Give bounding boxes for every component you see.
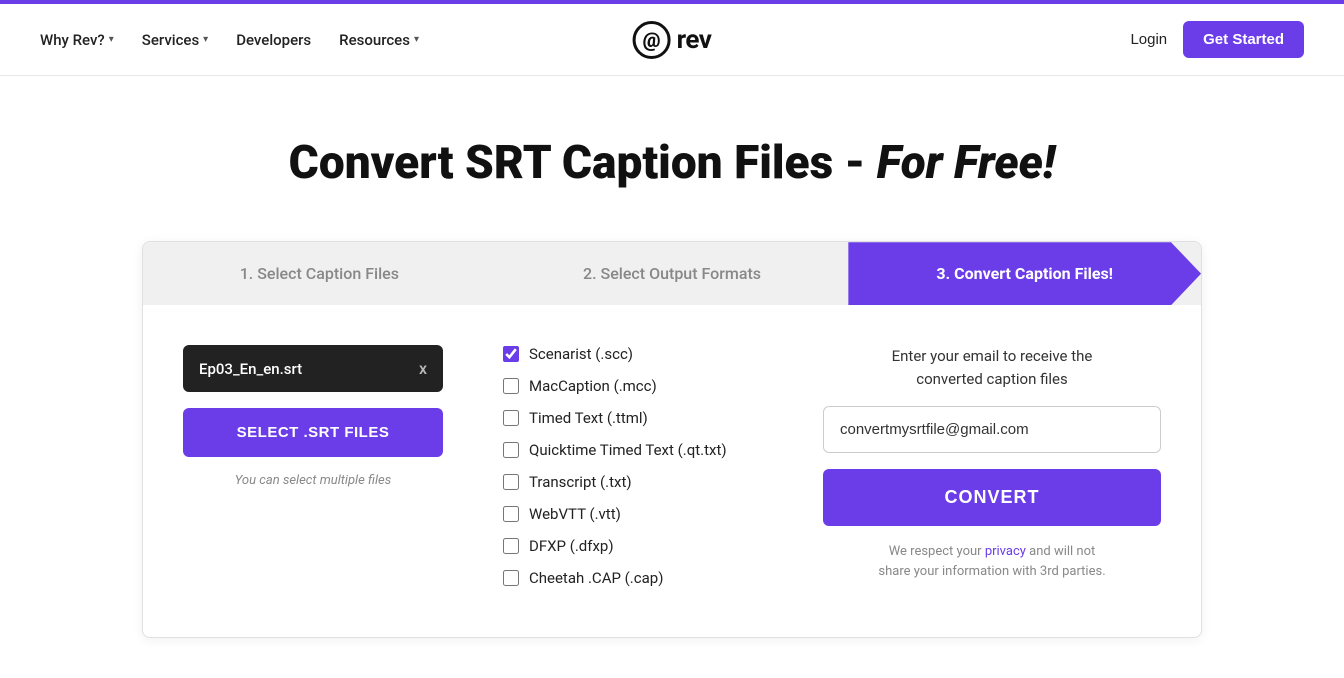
content-area: Ep03_En_en.srt x SELECT .SRT FILES You c… xyxy=(143,305,1201,637)
step-1-label: 1. Select Caption Files xyxy=(240,264,399,283)
nav-item-services[interactable]: Services ▾ xyxy=(142,31,208,49)
checkbox-qt-txt[interactable] xyxy=(503,442,519,458)
nav-left: Why Rev? ▾ Services ▾ Developers Resourc… xyxy=(40,31,419,49)
site-logo[interactable]: @ rev xyxy=(633,21,712,59)
step-2-label: 2. Select Output Formats xyxy=(583,264,761,283)
format-transcript: Transcript (.txt) xyxy=(503,473,763,491)
nav-right: Login Get Started xyxy=(1130,21,1304,58)
step-2: 2. Select Output Formats xyxy=(496,242,849,305)
email-instruction: Enter your email to receive theconverted… xyxy=(823,345,1161,390)
selected-file-badge: Ep03_En_en.srt x xyxy=(183,345,443,392)
checkbox-scenarist[interactable] xyxy=(503,346,519,362)
chevron-icon-why-rev: ▾ xyxy=(109,34,114,45)
nav-label-why-rev: Why Rev? xyxy=(40,31,105,49)
label-transcript: Transcript (.txt) xyxy=(529,473,632,491)
checkbox-transcript[interactable] xyxy=(503,474,519,490)
chevron-icon-resources: ▾ xyxy=(414,34,419,45)
checkbox-webvtt[interactable] xyxy=(503,506,519,522)
format-dfxp: DFXP (.dfxp) xyxy=(503,537,763,555)
select-srt-files-button[interactable]: SELECT .SRT FILES xyxy=(183,408,443,457)
format-cheetah: Cheetah .CAP (.cap) xyxy=(503,569,763,587)
format-checkboxes: Scenarist (.scc) MacCaption (.mcc) Timed… xyxy=(503,345,763,587)
main-content: Convert SRT Caption Files - For Free! 1.… xyxy=(122,76,1222,678)
label-qt-txt: Quicktime Timed Text (.qt.txt) xyxy=(529,441,727,459)
privacy-link[interactable]: privacy xyxy=(985,544,1026,559)
checkbox-ttml[interactable] xyxy=(503,410,519,426)
format-qt-txt: Quicktime Timed Text (.qt.txt) xyxy=(503,441,763,459)
title-italic: For Free! xyxy=(877,136,1056,190)
step-3-label: 3. Convert Caption Files! xyxy=(936,264,1113,283)
nav-item-why-rev[interactable]: Why Rev? ▾ xyxy=(40,31,114,49)
get-started-button[interactable]: Get Started xyxy=(1183,21,1304,58)
nav-item-resources[interactable]: Resources ▾ xyxy=(339,31,419,49)
label-cheetah: Cheetah .CAP (.cap) xyxy=(529,569,663,587)
right-column: Enter your email to receive theconverted… xyxy=(823,345,1161,581)
logo-text: rev xyxy=(677,25,712,55)
chevron-icon-services: ▾ xyxy=(203,34,208,45)
converter-card: 1. Select Caption Files 2. Select Output… xyxy=(142,241,1202,638)
checkbox-dfxp[interactable] xyxy=(503,538,519,554)
label-scenarist: Scenarist (.scc) xyxy=(529,345,633,363)
steps-bar: 1. Select Caption Files 2. Select Output… xyxy=(143,242,1201,305)
title-plain: Convert SRT Caption Files - xyxy=(289,136,877,190)
format-maccaption: MacCaption (.mcc) xyxy=(503,377,763,395)
nav-label-services: Services xyxy=(142,31,199,49)
label-ttml: Timed Text (.ttml) xyxy=(529,409,648,427)
page-title: Convert SRT Caption Files - For Free! xyxy=(142,136,1202,191)
convert-button[interactable]: CONVERT xyxy=(823,469,1161,526)
label-webvtt: WebVTT (.vtt) xyxy=(529,505,621,523)
nav-label-developers: Developers xyxy=(236,31,311,49)
nav-label-resources: Resources xyxy=(339,31,410,49)
label-dfxp: DFXP (.dfxp) xyxy=(529,537,614,555)
nav-item-developers[interactable]: Developers xyxy=(236,31,311,49)
navbar: Why Rev? ▾ Services ▾ Developers Resourc… xyxy=(0,4,1344,76)
remove-file-button[interactable]: x xyxy=(419,359,427,378)
multi-select-hint: You can select multiple files xyxy=(183,473,443,488)
checkbox-cheetah[interactable] xyxy=(503,570,519,586)
logo-symbol: @ xyxy=(643,28,661,52)
label-maccaption: MacCaption (.mcc) xyxy=(529,377,657,395)
logo-icon: @ xyxy=(633,21,671,59)
privacy-note: We respect your privacy and will notshar… xyxy=(823,542,1161,581)
step-1: 1. Select Caption Files xyxy=(143,242,496,305)
file-name: Ep03_En_en.srt xyxy=(199,360,302,378)
login-button[interactable]: Login xyxy=(1130,31,1167,48)
format-scenarist: Scenarist (.scc) xyxy=(503,345,763,363)
step-3: 3. Convert Caption Files! xyxy=(848,242,1201,305)
email-input[interactable] xyxy=(823,406,1161,453)
left-column: Ep03_En_en.srt x SELECT .SRT FILES You c… xyxy=(183,345,443,488)
checkbox-maccaption[interactable] xyxy=(503,378,519,394)
format-webvtt: WebVTT (.vtt) xyxy=(503,505,763,523)
format-ttml: Timed Text (.ttml) xyxy=(503,409,763,427)
